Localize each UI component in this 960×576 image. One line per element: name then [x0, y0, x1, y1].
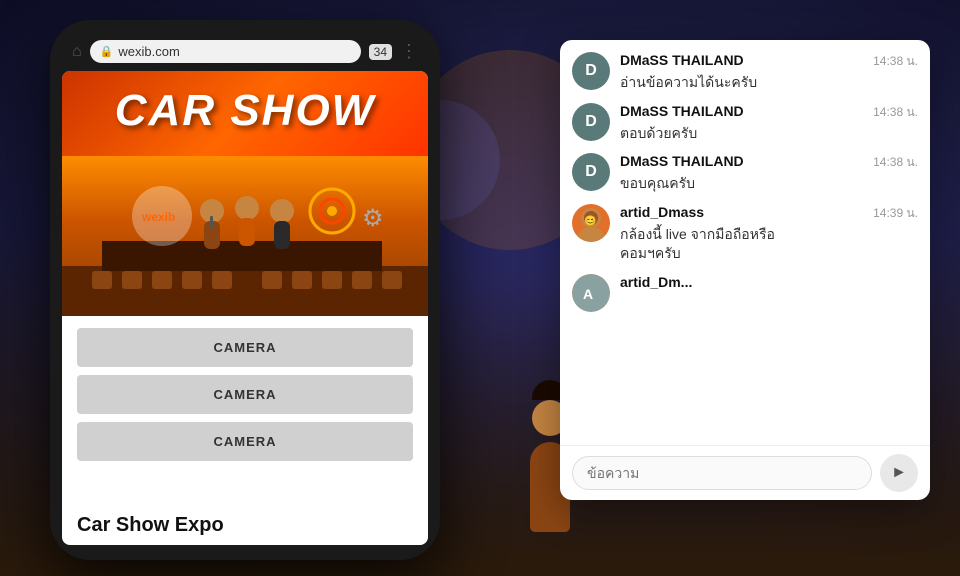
- msg-text-4: กล้องนี้ live จากมือถือหรือคอมฯครับ: [620, 225, 918, 264]
- chat-message-2: D DMaSS THAILAND 14:38 น. ตอบด้วยครับ: [572, 103, 918, 144]
- chat-messages-list: D DMaSS THAILAND 14:38 น. อ่านข้อความได้…: [560, 40, 930, 445]
- chat-message-4: 😊 artid_Dmass 14:39 น. กล้องนี้ live จาก…: [572, 204, 918, 264]
- url-text: wexib.com: [118, 44, 350, 59]
- camera-button-2[interactable]: CAMERA: [77, 375, 413, 414]
- msg-content-1: DMaSS THAILAND 14:38 น. อ่านข้อความได้นะ…: [620, 52, 918, 93]
- msg-content-4: artid_Dmass 14:39 น. กล้องนี้ live จากมื…: [620, 204, 918, 264]
- msg-text-3: ขอบคุณครับ: [620, 174, 918, 194]
- car-show-title: CAR SHOW: [82, 86, 408, 136]
- avatar-artid: 😊: [572, 204, 610, 242]
- chat-panel: D DMaSS THAILAND 14:38 น. อ่านข้อความได้…: [560, 40, 930, 500]
- home-icon[interactable]: ⌂: [72, 43, 82, 61]
- chat-message-partial: A artid_Dm...: [572, 274, 918, 312]
- avatar-partial: A: [572, 274, 610, 312]
- avatar-dmass-2: D: [572, 103, 610, 141]
- svg-text:A: A: [583, 286, 593, 302]
- avatar-dmass-3: D: [572, 153, 610, 191]
- chat-message-input[interactable]: [572, 456, 872, 490]
- svg-text:⚙: ⚙: [362, 205, 384, 232]
- url-bar[interactable]: 🔒 wexib.com: [90, 40, 361, 63]
- phone-mockup: ⌂ 🔒 wexib.com 34 ⋮ CAR SHOW: [50, 20, 440, 560]
- msg-header-3: DMaSS THAILAND 14:38 น.: [620, 153, 918, 172]
- camera-button-1[interactable]: CAMERA: [77, 328, 413, 367]
- msg-text-2: ตอบด้วยครับ: [620, 124, 918, 144]
- avatar-dmass-1: D: [572, 52, 610, 90]
- msg-content-2: DMaSS THAILAND 14:38 น. ตอบด้วยครับ: [620, 103, 918, 144]
- page-title: Car Show Expo: [62, 504, 428, 545]
- msg-header-1: DMaSS THAILAND 14:38 น.: [620, 52, 918, 71]
- msg-header-4: artid_Dmass 14:39 น.: [620, 204, 918, 223]
- msg-text-1: อ่านข้อความได้นะครับ: [620, 73, 918, 93]
- svg-text:😊: 😊: [584, 215, 596, 227]
- svg-text:wexib: wexib: [141, 210, 175, 224]
- stage-illustration: wexib ⚙: [62, 156, 428, 316]
- tab-count[interactable]: 34: [369, 44, 392, 60]
- msg-time-1: 14:38 น.: [873, 52, 918, 71]
- msg-sender-1: DMaSS THAILAND: [620, 52, 744, 68]
- partial-msg-header: artid_Dm...: [620, 274, 918, 290]
- msg-content-3: DMaSS THAILAND 14:38 น. ขอบคุณครับ: [620, 153, 918, 194]
- msg-sender-2: DMaSS THAILAND: [620, 103, 744, 119]
- menu-dots-icon[interactable]: ⋮: [400, 41, 418, 62]
- msg-sender-3: DMaSS THAILAND: [620, 153, 744, 169]
- chat-input-area: ►: [560, 445, 930, 500]
- msg-header-2: DMaSS THAILAND 14:38 น.: [620, 103, 918, 122]
- chat-message-3: D DMaSS THAILAND 14:38 น. ขอบคุณครับ: [572, 153, 918, 194]
- msg-time-2: 14:38 น.: [873, 103, 918, 122]
- phone-top-bar: ⌂ 🔒 wexib.com 34 ⋮: [62, 35, 428, 71]
- chat-message-1: D DMaSS THAILAND 14:38 น. อ่านข้อความได้…: [572, 52, 918, 93]
- msg-time-3: 14:38 น.: [873, 153, 918, 172]
- partial-msg-content: artid_Dm...: [620, 274, 918, 304]
- camera-buttons-area: CAMERA CAMERA CAMERA: [62, 316, 428, 504]
- car-show-header: CAR SHOW: [62, 71, 428, 156]
- illustration-area: wexib ⚙: [62, 156, 428, 316]
- camera-button-3[interactable]: CAMERA: [77, 422, 413, 461]
- lock-icon: 🔒: [100, 45, 114, 58]
- phone-screen: CAR SHOW wexib: [62, 71, 428, 545]
- msg-time-4: 14:39 น.: [873, 204, 918, 223]
- partial-sender: artid_Dm...: [620, 274, 692, 290]
- send-button[interactable]: ►: [880, 454, 918, 492]
- msg-sender-4: artid_Dmass: [620, 204, 704, 220]
